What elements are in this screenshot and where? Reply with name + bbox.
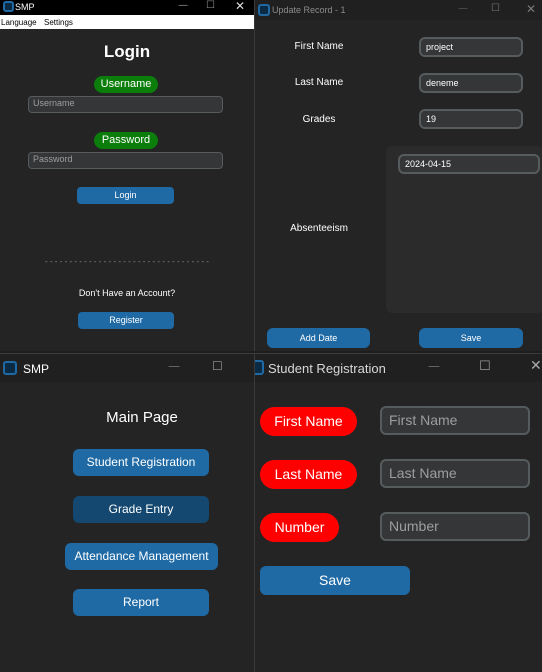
maximize-icon[interactable]: ☐ [479,359,491,374]
window-title: SMP [15,2,35,12]
main-page-heading: Main Page [106,409,178,426]
username-label: Username [94,76,158,93]
first-name-input[interactable]: project [419,37,523,57]
close-icon[interactable]: ✕ [530,358,542,374]
update-record-window: Update Record - 1 — ☐ ✕ First Name proje… [254,0,542,351]
no-account-text: Don't Have an Account? [78,288,176,298]
date-entry[interactable]: 2024-04-15 [398,154,540,174]
register-button[interactable]: Register [78,312,174,329]
maximize-icon[interactable]: ☐ [491,3,500,14]
grades-input[interactable]: 19 [419,109,523,129]
window-title: Student Registration [268,361,386,376]
attendance-management-button[interactable]: Attendance Management [65,543,218,570]
student-registration-button[interactable]: Student Registration [73,449,209,476]
login-heading: Login [103,42,151,61]
first-name-input[interactable]: First Name [380,406,530,435]
close-icon[interactable]: ✕ [235,0,245,13]
number-input[interactable]: Number [380,512,530,541]
app-icon [3,1,14,12]
divider-line: - - - - - - - - - - - - - - - - - - - - … [45,257,209,266]
login-titlebar: SMP — ☐ ✕ [0,0,254,15]
last-name-input[interactable]: Last Name [380,459,530,488]
window-title: SMP [23,362,50,376]
username-input[interactable]: Username [28,96,223,113]
minimize-icon[interactable]: — [428,359,440,373]
app-icon [258,4,270,16]
first-name-label: First Name [260,407,357,436]
login-button[interactable]: Login [77,187,174,204]
grades-label: Grades [302,114,336,125]
menu-language[interactable]: Language [1,18,37,27]
number-label: Number [260,513,339,542]
first-name-label: First Name [294,41,344,52]
last-name-label: Last Name [294,77,344,88]
main-page-window: SMP — ☐ Main Page Student Registration G… [0,353,254,672]
add-date-button[interactable]: Add Date [267,328,370,348]
password-label: Password [94,132,158,149]
menu-settings[interactable]: Settings [44,18,73,27]
main-titlebar: SMP — ☐ [0,354,254,382]
maximize-icon[interactable]: ☐ [206,0,215,11]
window-title: Update Record - 1 [272,5,346,15]
minimize-icon[interactable]: — [168,359,180,373]
update-titlebar: Update Record - 1 — ☐ ✕ [255,0,542,20]
absenteeism-frame[interactable]: 2024-04-15 [386,146,542,313]
registration-titlebar: Student Registration — ☐ ✕ [255,354,542,382]
last-name-label: Last Name [260,460,357,489]
app-icon [255,360,264,375]
app-icon [3,361,17,375]
save-button[interactable]: Save [419,328,523,348]
password-input[interactable]: Password [28,152,223,169]
last-name-input[interactable]: deneme [419,73,523,93]
menu-bar: Language Settings [0,15,254,29]
close-icon[interactable]: ✕ [526,2,536,16]
student-registration-window: Student Registration — ☐ ✕ First Name Fi… [254,353,542,672]
minimize-icon[interactable]: — [178,0,188,11]
report-button[interactable]: Report [73,589,209,616]
minimize-icon[interactable]: — [458,3,468,14]
maximize-icon[interactable]: ☐ [212,359,223,373]
grade-entry-button[interactable]: Grade Entry [73,496,209,523]
save-button[interactable]: Save [260,566,410,595]
login-window: SMP — ☐ ✕ Language Settings Login Userna… [0,0,254,351]
absenteeism-label: Absenteeism [290,223,348,234]
